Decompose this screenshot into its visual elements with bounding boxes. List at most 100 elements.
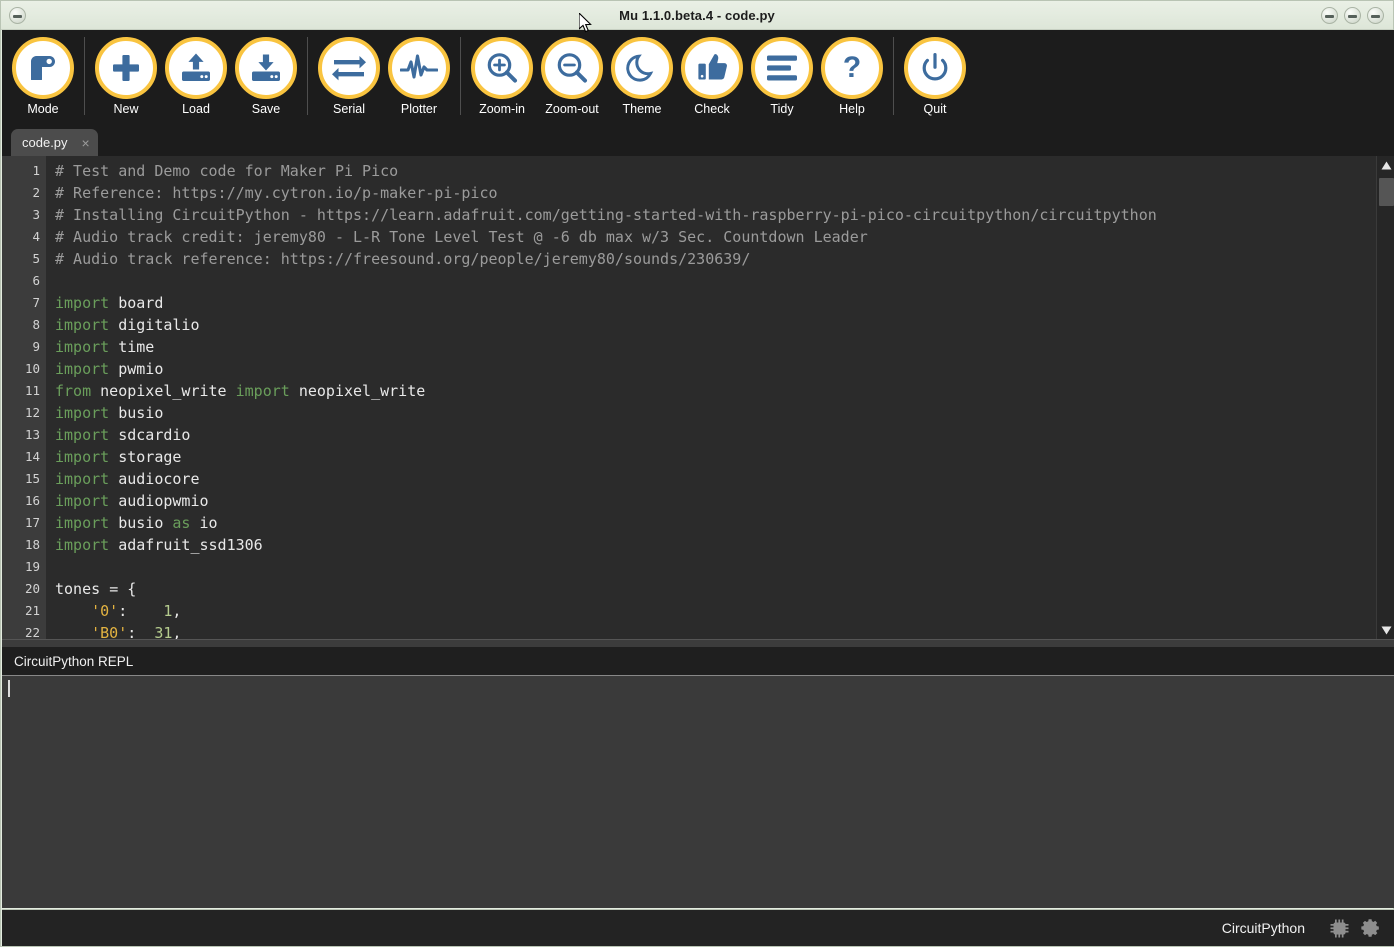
repl-title: CircuitPython REPL [14, 653, 134, 669]
code-line: import adafruit_ssd1306 [55, 534, 1394, 556]
toolbar-button-label: Serial [333, 102, 365, 116]
code-token-kw: import [55, 338, 110, 356]
code-line: from neopixel_write import neopixel_writ… [55, 380, 1394, 402]
code-line: # Audio track reference: https://freesou… [55, 248, 1394, 270]
code-line: import audiocore [55, 468, 1394, 490]
title-bar: Mu 1.1.0.beta.4 - code.py [1, 1, 1393, 30]
code-token-kw: import [55, 404, 110, 422]
toolbar-button-zoom-out[interactable]: Zoom-out [537, 30, 607, 125]
repl-output-area[interactable] [2, 676, 1394, 908]
window-title: Mu 1.1.0.beta.4 - code.py [619, 7, 775, 23]
toolbar-button-new[interactable]: New [91, 30, 161, 125]
chip-icon[interactable] [1329, 918, 1350, 939]
code-line: import sdcardio [55, 424, 1394, 446]
close-button[interactable] [1367, 7, 1384, 24]
toolbar-button-label: Zoom-out [545, 102, 599, 116]
line-number: 17 [24, 515, 40, 530]
line-number: 13 [24, 427, 40, 442]
line-number: 4 [32, 229, 40, 244]
mu-editor-window: Mu 1.1.0.beta.4 - code.py Mode New Load Sav… [0, 0, 1394, 947]
toolbar-button-tidy[interactable]: Tidy [747, 30, 817, 125]
code-token-plain: busio [109, 404, 164, 422]
close-icon[interactable]: × [82, 136, 90, 150]
line-number: 22 [24, 625, 40, 639]
code-token-comment: # Audio track reference: https://freesou… [55, 250, 751, 268]
gear-icon[interactable] [1360, 917, 1382, 939]
line-number: 14 [24, 449, 40, 464]
toolbar-button-load[interactable]: Load [161, 30, 231, 125]
code-token-plain: tones [55, 580, 110, 598]
code-token-kw: import [55, 448, 110, 466]
toolbar-button-plotter[interactable]: Plotter [384, 30, 454, 125]
toolbar-button-label: Save [251, 102, 281, 116]
code-token-plain: board [109, 294, 164, 312]
toolbar-button-label: Quit [923, 102, 947, 116]
toolbar-button-zoom-in[interactable]: Zoom-in [467, 30, 537, 125]
repl-caret [8, 680, 10, 697]
code-token-kw: import [55, 492, 110, 510]
upload-icon [165, 37, 227, 99]
line-number: 20 [24, 581, 40, 596]
code-editor[interactable]: 1 2 3 4 5 6 7 8 9 10 11 12 13 14 15 16 17 18 19 20 21 22 # Te… [2, 156, 1394, 639]
line-number-gutter: 1 2 3 4 5 6 7 8 9 10 11 12 13 14 15 16 17 18 19 20 21 22 [2, 156, 47, 639]
line-number: 18 [24, 537, 40, 552]
tab-code-py[interactable]: code.py × [11, 129, 98, 156]
line-number: 12 [24, 405, 40, 420]
waveform-icon [388, 37, 450, 99]
toolbar-button-check[interactable]: Check [677, 30, 747, 125]
exchange-arrows-icon [318, 37, 380, 99]
scroll-down-arrow-icon[interactable] [1377, 621, 1394, 639]
status-mode-label[interactable]: CircuitPython [1222, 920, 1305, 936]
line-number: 8 [32, 317, 40, 332]
toolbar-separator [307, 37, 308, 115]
toolbar-button-save[interactable]: Save [231, 30, 301, 125]
code-token-plain: sdcardio [109, 426, 191, 444]
toolbar-button-label: Load [182, 102, 210, 116]
code-token-plain: pwmio [109, 360, 164, 378]
code-token-plain: , [172, 602, 182, 620]
editor-vertical-scrollbar[interactable] [1376, 156, 1394, 639]
power-icon [904, 37, 966, 99]
maximize-button[interactable] [1344, 7, 1361, 24]
code-token-plain: adafruit_ssd1306 [109, 536, 263, 554]
thumbs-up-icon [681, 37, 743, 99]
code-token-kw: import [55, 294, 110, 312]
toolbar-button-serial[interactable]: Serial [314, 30, 384, 125]
svg-text:?: ? [843, 51, 861, 84]
code-token-plain: , [172, 624, 182, 639]
code-token-plain: : [127, 624, 155, 639]
toolbar-separator [84, 37, 85, 115]
pane-splitter[interactable] [2, 639, 1394, 647]
magnifier-minus-icon [541, 37, 603, 99]
repl-header: CircuitPython REPL [2, 647, 1394, 676]
code-token-str: '0' [91, 602, 119, 620]
line-number: 7 [32, 295, 40, 310]
code-token-kw: import [55, 426, 110, 444]
toolbar-button-quit[interactable]: Quit [900, 30, 970, 125]
code-token-plain: io [190, 514, 218, 532]
code-token-plain: storage [109, 448, 182, 466]
scrollbar-thumb[interactable] [1379, 178, 1394, 206]
main-toolbar: Mode New Load Save Serial Plotter Zoom-in Zoom-… [2, 30, 1394, 127]
toolbar-button-help[interactable]: ? Help [817, 30, 887, 125]
line-number: 2 [32, 185, 40, 200]
toolbar-button-mode[interactable]: Mode [8, 30, 78, 125]
toolbar-button-theme[interactable]: Theme [607, 30, 677, 125]
code-text-area[interactable]: # Test and Demo code for Maker Pi Pico # … [47, 156, 1394, 639]
toolbar-button-label: Plotter [400, 102, 438, 116]
code-line: 'B0': 31, [55, 622, 1394, 639]
code-line: tones = { [55, 578, 1394, 600]
minimize-button[interactable] [1321, 7, 1338, 24]
code-line: import audiopwmio [55, 490, 1394, 512]
code-token-plain: time [109, 338, 155, 356]
code-token-kw: import [55, 470, 110, 488]
code-line: import pwmio [55, 358, 1394, 380]
scroll-up-arrow-icon[interactable] [1377, 156, 1394, 174]
code-token-num: 31 [154, 624, 173, 639]
tab-bar: code.py × [2, 127, 1394, 156]
line-number: 11 [24, 383, 40, 398]
